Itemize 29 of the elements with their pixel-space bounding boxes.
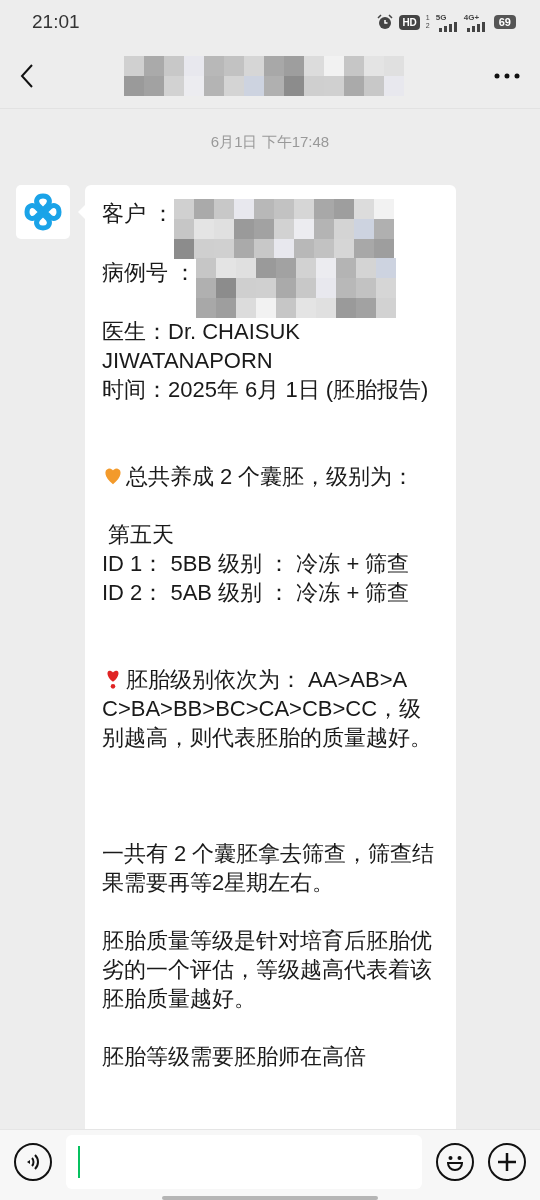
message-text: 胚胎级别依次为： AA>AB>A [126, 667, 408, 692]
clinic-avatar[interactable] [16, 185, 70, 239]
message-text: 一共有 2 个囊胚拿去筛查，筛查结果需要再等2星期左右。 [102, 840, 436, 897]
network-type: 4G+ [463, 12, 480, 22]
message-text: 总共养成 2 个囊胚，级别为： [126, 464, 415, 489]
message-text: C>BA>BB>BC>CA>CB>CC，级别越高，则代表胚胎的质量越好。 [102, 695, 433, 752]
message-input[interactable] [66, 1135, 422, 1189]
network-type: 5G [435, 12, 447, 22]
message-text: 医生：Dr. CHAISUK JIWATANAPORN [102, 318, 302, 375]
message-text: ID 2： 5AB 级别 ： 冷冻 + 筛查 [102, 579, 411, 607]
emoji-button[interactable] [436, 1143, 474, 1181]
message-text: 胚胎等级需要胚胎师在高倍 [102, 1043, 367, 1071]
plus-icon [496, 1151, 518, 1173]
field-label: 客户 ： [102, 200, 175, 228]
clover-logo-icon [23, 192, 63, 232]
alarm-icon [377, 14, 394, 30]
battery-level: 69 [493, 15, 516, 29]
add-button[interactable] [488, 1143, 526, 1181]
back-icon[interactable] [20, 63, 34, 89]
message-text: 胚胎质量等级是针对培育后胚胎优劣的一个评估，等级越高代表着该胚胎质量越好。 [102, 927, 433, 1013]
message-text: ID 1： 5BB 级别 ： 冷冻 + 筛查 [102, 550, 411, 578]
field-label: 病例号 ： [102, 259, 197, 287]
voice-button[interactable] [14, 1143, 52, 1181]
message-timestamp: 6月1日 下午17:48 [210, 133, 330, 152]
status-time: 21:01 [32, 11, 80, 33]
hd-badge: HD [399, 14, 420, 30]
message-text: 时间：2025年 6月 1日 (胚胎报告) [102, 376, 430, 404]
message-text: 第五天 [107, 521, 176, 549]
more-icon[interactable] [494, 73, 520, 79]
